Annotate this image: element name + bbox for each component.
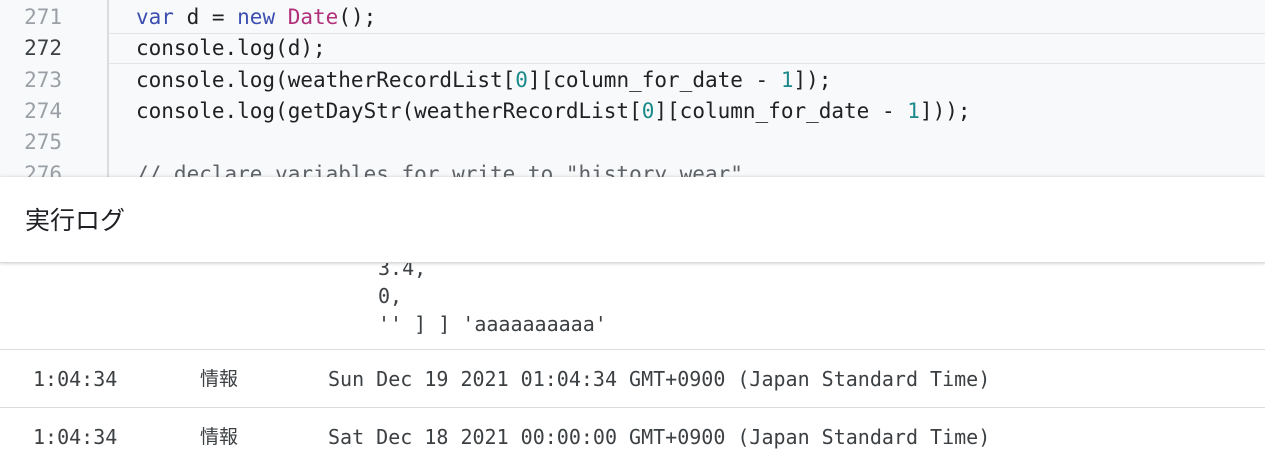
code-token: (); [338, 5, 377, 29]
log-timestamp: 1:04:34 [33, 425, 118, 449]
execution-log-header: 実行ログ [0, 177, 1265, 263]
execution-log-title: 実行ログ [25, 206, 126, 235]
code-token: ]); [793, 68, 832, 92]
code-token: 0 [641, 99, 655, 123]
code-line[interactable]: 276 // declare variables for write to "hi… [0, 159, 1265, 177]
line-number: 274 [24, 99, 62, 123]
log-continuation-line: 0, [378, 284, 403, 308]
code-token: 1 [780, 68, 794, 92]
code-token: 1 [907, 99, 920, 123]
line-number: 276 [24, 162, 62, 177]
code-line[interactable]: 272 console.log(d); [0, 33, 1265, 64]
code-token: ][column_for_date - [527, 68, 781, 92]
log-level: 情報 [200, 426, 239, 448]
line-code: console.log(getDayStr(weatherRecordList[… [136, 96, 971, 127]
log-message: Sun Dec 19 2021 01:04:34 GMT+0900 (Japan… [328, 367, 991, 391]
code-token: console.log(d); [136, 36, 326, 60]
code-token: d = [173, 5, 238, 29]
code-token: ][column_for_date - [654, 99, 908, 123]
line-code: console.log(weatherRecordList[0][column_… [136, 65, 831, 96]
code-editor[interactable]: 271 var d = new Date(); 272 console.log(d);… [0, 0, 1265, 177]
log-timestamp: 1:04:34 [33, 367, 118, 391]
line-code: console.log(d); [136, 33, 326, 64]
code-token: new [237, 5, 276, 29]
code-token: Date [287, 5, 339, 29]
code-token: ])); [919, 99, 971, 123]
line-code: // declare variables for write to "histo… [136, 159, 743, 177]
log-level: 情報 [200, 368, 239, 390]
code-line[interactable]: 273 console.log(weatherRecordList[0][colu… [0, 65, 1265, 96]
line-code: var d = new Date(); [136, 2, 376, 33]
line-number: 272 [24, 36, 62, 60]
log-row: 1:04:34 情報 Sat Dec 18 2021 00:00:00 GMT+… [0, 407, 1265, 460]
code-token: console.log(getDayStr(weatherRecordList[ [136, 99, 642, 123]
code-line[interactable]: 271 var d = new Date(); [0, 2, 1265, 33]
execution-log-body[interactable]: 3.4, 0, '' ] ] 'aaaaaaaaaa' 1:04:34 情報 S… [0, 262, 1265, 460]
code-token: var [136, 5, 174, 29]
code-line[interactable]: 274 console.log(getDayStr(weatherRecordLi… [0, 96, 1265, 127]
log-continuation-line: '' ] ] 'aaaaaaaaaa' [378, 312, 607, 336]
line-number: 275 [24, 130, 62, 154]
code-line[interactable]: 275 [0, 127, 1265, 158]
log-message: Sat Dec 18 2021 00:00:00 GMT+0900 (Japan… [328, 425, 991, 449]
log-continuation-line: 3.4, [378, 262, 427, 280]
line-number: 273 [24, 68, 62, 92]
line-number: 271 [24, 5, 62, 29]
code-token: // declare variables for write to "histo… [136, 162, 743, 177]
code-token: console.log(weatherRecordList[ [136, 68, 516, 92]
code-token: 0 [515, 68, 528, 92]
log-row: 1:04:34 情報 Sun Dec 19 2021 01:04:34 GMT+… [0, 349, 1265, 408]
